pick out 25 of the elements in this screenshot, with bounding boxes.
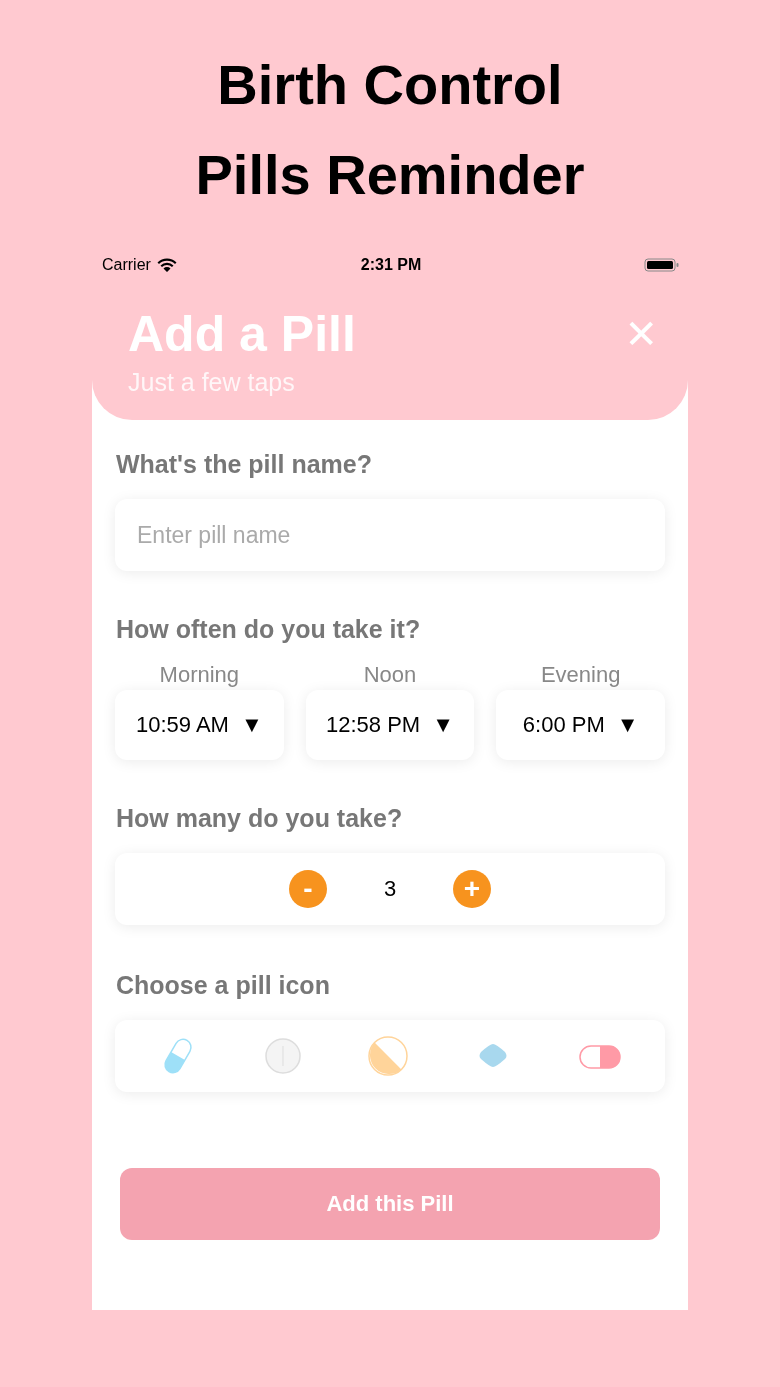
promo-headline: Pills Reminder xyxy=(195,142,585,208)
time-slot-label: Noon xyxy=(363,662,417,688)
promo-headline: Birth Control xyxy=(217,52,563,118)
time-slot-label: Morning xyxy=(159,662,240,688)
section-label: Choose a pill icon xyxy=(116,971,331,1000)
time-picker[interactable]: 6:00 PM ▼ xyxy=(496,690,665,760)
close-button[interactable]: ✕ xyxy=(624,312,658,356)
caret-icon: ▼ xyxy=(432,712,454,738)
time-picker[interactable]: 10:59 AM ▼ xyxy=(115,690,284,760)
quantity-value: 3 xyxy=(382,876,398,902)
caret-icon: ▼ xyxy=(616,712,639,738)
wifi-icon xyxy=(156,257,177,273)
pill-name-field[interactable]: Enter pill name xyxy=(115,499,665,571)
section-label: How often do you take it? xyxy=(116,615,422,644)
battery-icon xyxy=(644,257,680,273)
carrier-name: Carrier xyxy=(102,256,151,274)
section-label: What's the pill name? xyxy=(116,450,373,479)
section-label: How many do you take? xyxy=(116,804,404,833)
clock-time: 2:31 PM xyxy=(360,256,422,274)
caret-icon: ▼ xyxy=(240,712,263,738)
decrement-button[interactable]: - xyxy=(289,870,327,908)
time-slot-label: Evening xyxy=(540,662,621,688)
add-pill-button[interactable]: Add this Pill xyxy=(120,1168,660,1240)
time-picker[interactable]: 12:58 PM ▼ xyxy=(305,690,475,760)
increment-button[interactable]: + xyxy=(453,870,491,908)
